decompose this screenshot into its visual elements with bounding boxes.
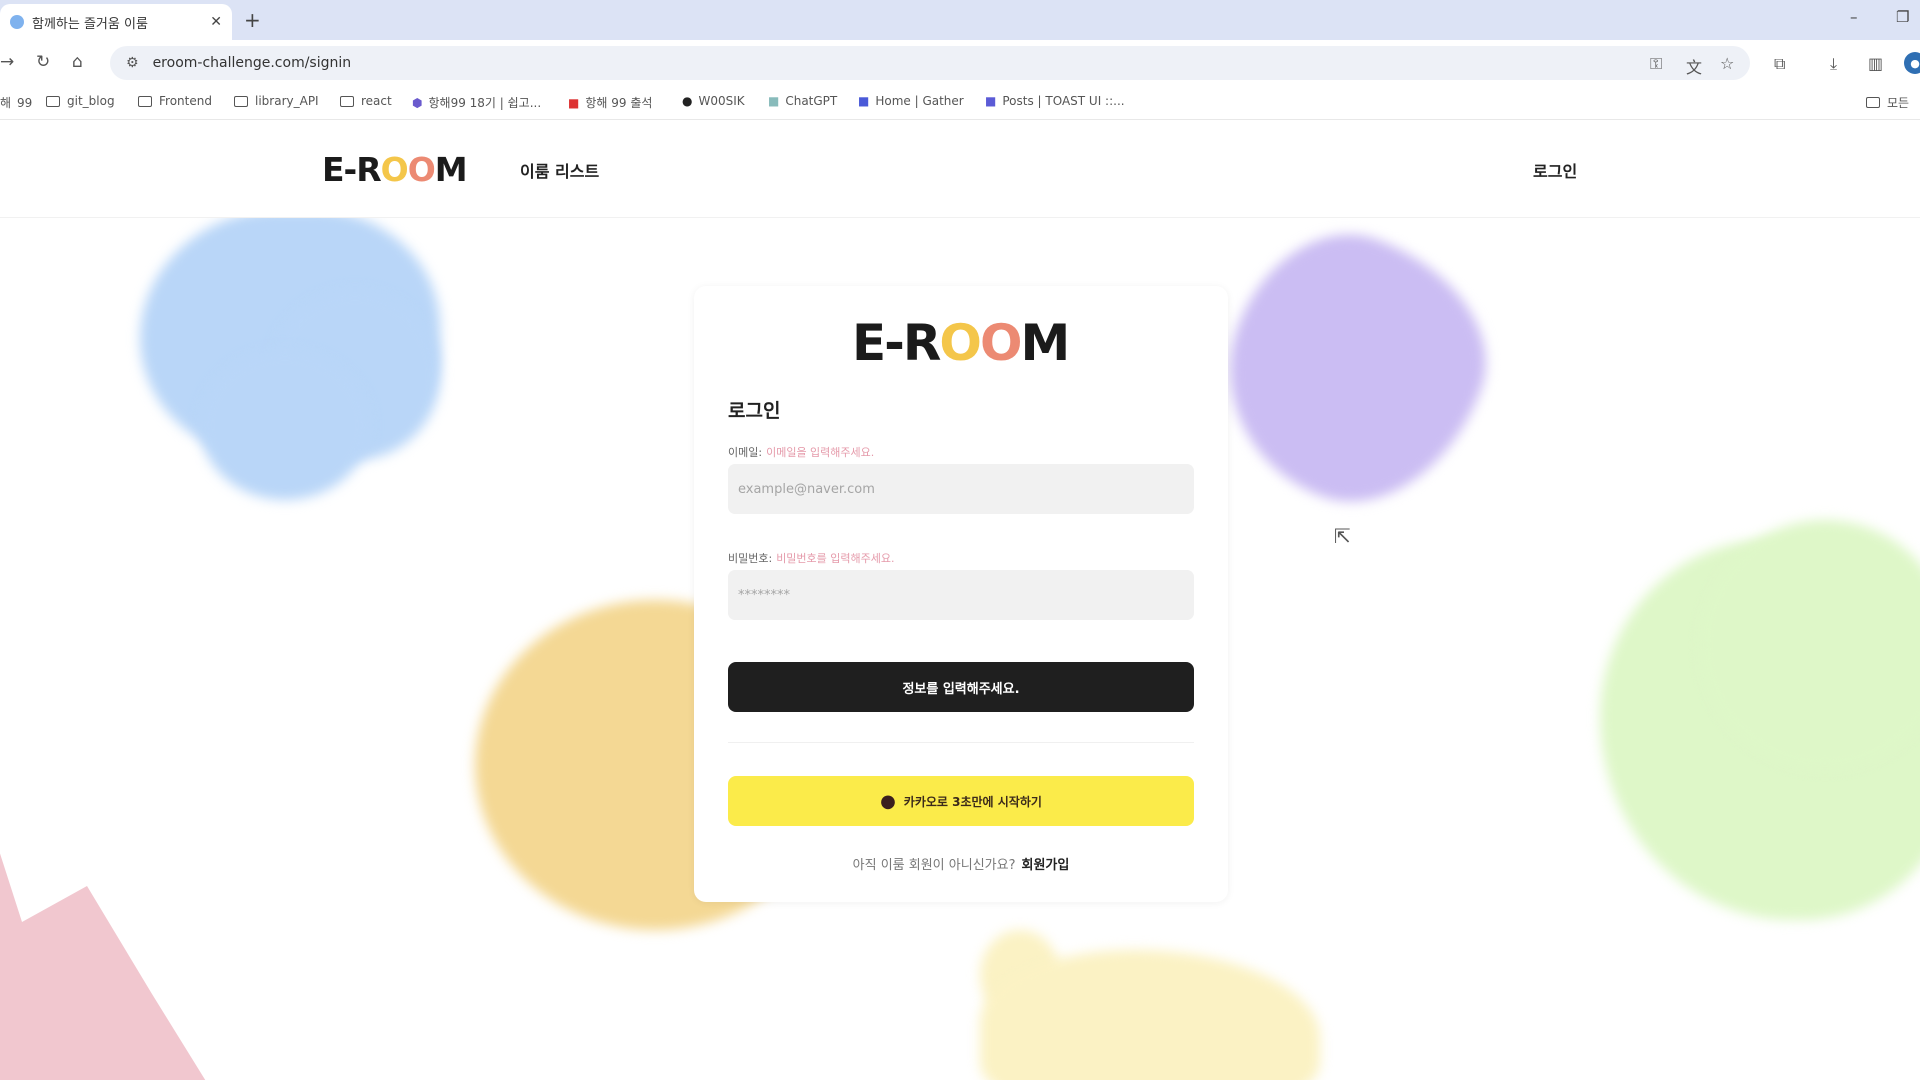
nav-login-link[interactable]: 로그인 bbox=[1533, 158, 1577, 182]
page-content: E-ROOM 이룸 리스트 로그인 E-ROOM 로그인 이메일: 이메일을 입력… bbox=[0, 120, 1920, 1080]
bookmark-label: Home | Gather bbox=[875, 94, 964, 108]
bookmark-label: 모든 bbox=[1887, 96, 1910, 110]
bookmark-gather[interactable]: ■ Home | Gather bbox=[858, 94, 964, 108]
logo-text: M bbox=[1020, 314, 1070, 372]
bookmark-hanghae-18[interactable]: ⬢ 항해99 18기 | 쉽고... bbox=[412, 94, 541, 111]
folder-icon bbox=[138, 95, 152, 107]
tab-close-icon[interactable]: ✕ bbox=[210, 14, 222, 30]
side-panel-icon[interactable]: ▥ bbox=[1868, 54, 1883, 73]
password-key-icon[interactable]: ⚿ bbox=[1650, 54, 1662, 74]
kakao-button-label: 카카오로 3초만에 시작하기 bbox=[903, 794, 1042, 809]
bookmark-star-icon[interactable]: ☆ bbox=[1720, 54, 1734, 73]
translate-icon[interactable]: 文 bbox=[1686, 54, 1702, 78]
signup-prompt: 아직 이룸 회원이 아니신가요? bbox=[852, 858, 1016, 873]
kakao-login-button[interactable]: ● 카카오로 3초만에 시작하기 bbox=[728, 776, 1194, 826]
extensions-icon[interactable]: ⧉ bbox=[1774, 54, 1785, 74]
home-icon[interactable]: ⌂ bbox=[72, 52, 83, 72]
address-bar[interactable]: ⚙ eroom-challenge.com/signin bbox=[110, 46, 1750, 80]
site-settings-icon[interactable]: ⚙ bbox=[126, 55, 139, 71]
password-field[interactable] bbox=[728, 570, 1194, 620]
login-title: 로그인 bbox=[728, 400, 781, 422]
new-tab-button[interactable]: + bbox=[244, 6, 261, 34]
github-icon: ● bbox=[682, 94, 693, 108]
email-hint: 이메일을 입력해주세요. bbox=[766, 446, 875, 459]
site-logo[interactable]: E-ROOM bbox=[322, 150, 468, 189]
bookmark-icon: 해 bbox=[0, 96, 12, 110]
bookmark-item[interactable]: 해 99 bbox=[0, 94, 32, 111]
logo-text: O bbox=[407, 150, 436, 189]
bookmark-folder-react[interactable]: react bbox=[340, 94, 392, 108]
chatgpt-icon: ■ bbox=[768, 94, 780, 108]
bookmark-label: git_blog bbox=[67, 94, 115, 108]
browser-tab-bar: 함께하는 즐거움 이룸 ✕ + – ❐ bbox=[0, 0, 1920, 40]
decorative-yellow-shape bbox=[980, 950, 1320, 1080]
bookmark-folder-library-api[interactable]: library_API bbox=[234, 94, 319, 108]
divider bbox=[728, 742, 1194, 743]
browser-tab[interactable]: 함께하는 즐거움 이룸 ✕ bbox=[0, 4, 232, 40]
site-favicon-icon bbox=[10, 15, 24, 29]
logo-text: O bbox=[979, 314, 1022, 372]
password-label-text: 비밀번호: bbox=[728, 552, 773, 565]
toast-ui-icon: ■ bbox=[985, 94, 997, 108]
email-label-text: 이메일: bbox=[728, 446, 763, 459]
email-field[interactable] bbox=[728, 464, 1194, 514]
bookmark-hanghae-attendance[interactable]: ■ 항해 99 출석 bbox=[568, 94, 652, 111]
bookmark-chatgpt[interactable]: ■ ChatGPT bbox=[768, 94, 837, 108]
logo-text: E-R bbox=[322, 150, 382, 189]
download-icon[interactable]: ⤓ bbox=[1830, 54, 1837, 74]
password-label: 비밀번호: 비밀번호를 입력해주세요. bbox=[728, 550, 895, 566]
kakao-speech-bubble-icon: ● bbox=[880, 790, 896, 812]
bookmark-toast-ui[interactable]: ■ Posts | TOAST UI ::... bbox=[985, 94, 1125, 108]
folder-icon bbox=[46, 95, 60, 107]
logo-text: O bbox=[380, 150, 409, 189]
bookmark-label: react bbox=[361, 94, 392, 108]
folder-icon bbox=[340, 95, 354, 107]
browser-toolbar: → ↻ ⌂ ⚙ eroom-challenge.com/signin ⚿ 文 ☆… bbox=[0, 40, 1920, 86]
decorative-blue-cloud bbox=[200, 350, 370, 500]
bookmark-label: 항해 99 출석 bbox=[585, 96, 653, 110]
url-text: eroom-challenge.com/signin bbox=[152, 55, 352, 71]
login-card: E-ROOM 로그인 이메일:이메일을 입력해주세요. 비밀번호:비밀번호를 입… bbox=[694, 286, 1228, 902]
profile-avatar[interactable]: ● bbox=[1904, 52, 1920, 74]
attendance-icon: ■ bbox=[568, 95, 580, 110]
bookmark-label: 99 bbox=[17, 95, 33, 110]
bookmark-folder-frontend[interactable]: Frontend bbox=[138, 94, 212, 108]
all-bookmarks-folder[interactable]: 모든 bbox=[1866, 94, 1909, 111]
bookmark-label: Posts | TOAST UI ::... bbox=[1002, 94, 1125, 108]
bookmark-label: 항해99 18기 | 쉽고... bbox=[428, 96, 542, 110]
bookmarks-bar: 해 99 git_blog Frontend library_API react … bbox=[0, 86, 1920, 120]
nav-room-list-link[interactable]: 이룸 리스트 bbox=[520, 158, 599, 182]
minimize-icon[interactable]: – bbox=[1850, 8, 1858, 26]
site-header: E-ROOM 이룸 리스트 로그인 bbox=[0, 120, 1920, 218]
gather-icon: ■ bbox=[858, 94, 870, 108]
tab-title: 함께하는 즐거움 이룸 bbox=[32, 16, 148, 32]
folder-icon bbox=[234, 95, 248, 107]
bookmark-label: W00SIK bbox=[698, 94, 745, 108]
logo-text: O bbox=[939, 314, 981, 372]
folder-icon bbox=[1866, 97, 1880, 108]
bookmark-label: ChatGPT bbox=[785, 94, 838, 108]
signup-link[interactable]: 회원가입 bbox=[1021, 858, 1069, 873]
login-logo: E-ROOM bbox=[852, 314, 1070, 372]
restore-icon[interactable]: ❐ bbox=[1896, 8, 1909, 26]
bookmark-label: Frontend bbox=[159, 94, 212, 108]
decorative-pink-shape bbox=[0, 760, 230, 1080]
bookmark-folder-git-blog[interactable]: git_blog bbox=[46, 94, 115, 108]
email-label: 이메일: 이메일을 입력해주세요. bbox=[728, 444, 874, 460]
logo-text: E-R bbox=[852, 314, 941, 372]
password-hint: 비밀번호를 입력해주세요. bbox=[776, 552, 895, 565]
login-submit-button[interactable]: 정보를 입력해주세요. bbox=[728, 662, 1194, 712]
bookmark-label: library_API bbox=[255, 94, 319, 108]
decorative-purple-shape bbox=[1193, 205, 1517, 535]
bookmark-github[interactable]: ● W00SIK bbox=[682, 94, 745, 108]
mouse-cursor-icon: ⇱ bbox=[1334, 524, 1351, 548]
forward-icon[interactable]: → bbox=[0, 52, 14, 72]
reload-icon[interactable]: ↻ bbox=[36, 52, 50, 72]
signup-prompt-line: 아직 이룸 회원이 아니신가요? 회원가입 bbox=[694, 854, 1228, 873]
hanghae-icon: ⬢ bbox=[412, 95, 423, 110]
logo-text: M bbox=[434, 150, 468, 189]
